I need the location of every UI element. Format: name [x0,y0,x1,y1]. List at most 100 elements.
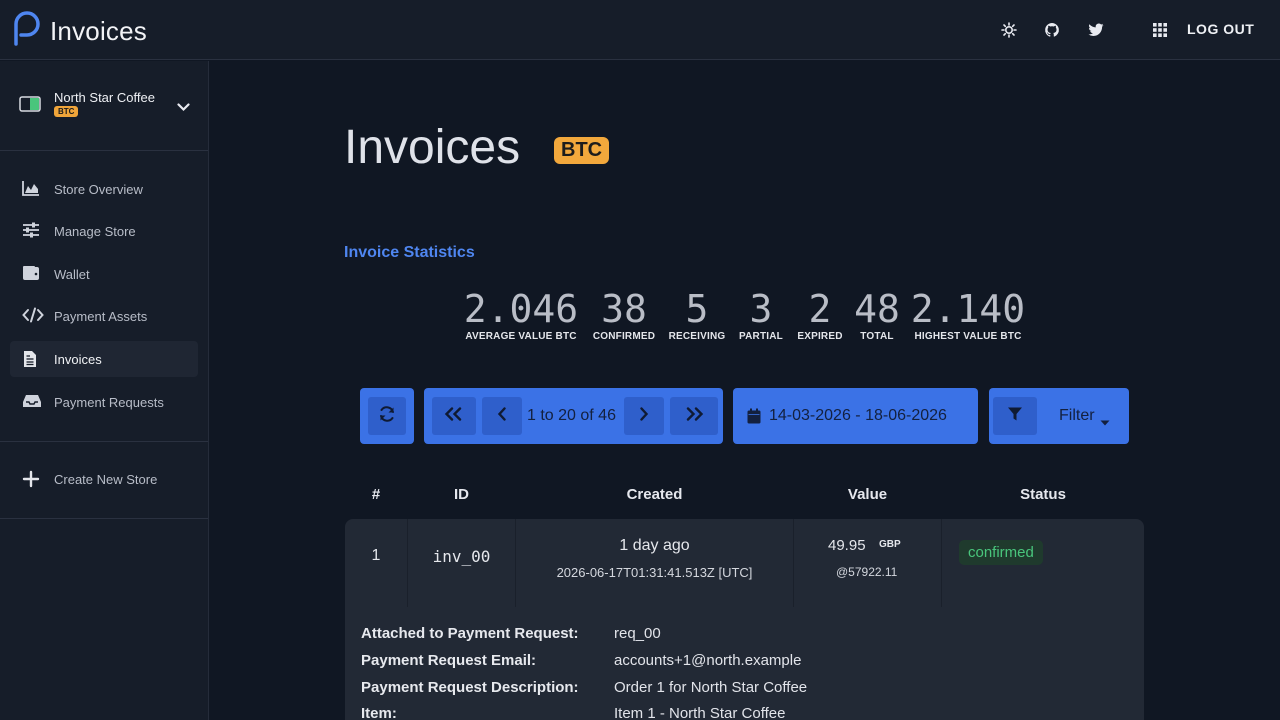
chevron-down-icon [177,99,190,117]
detail-value: Item 1 - North Star Coffee [614,705,786,720]
chart-area-icon [22,180,42,198]
row-number: 1 [371,547,381,564]
payment-request-link[interactable]: req_00 [614,625,661,642]
filter-group: Filter [989,388,1129,444]
chevron-left-icon [497,406,507,426]
next-page-button[interactable] [624,397,664,435]
table-row[interactable]: 1 inv_00 1 day ago 2026-06-17T01:31:41.5… [345,519,1144,720]
store-currency-badge: BTC [54,106,79,117]
github-icon[interactable] [1042,20,1062,40]
refresh-icon [378,405,396,428]
detail-value: accounts+1@north.example [614,652,802,669]
filter-button[interactable] [993,397,1037,435]
wallet-icon [22,265,42,283]
double-chevron-left-icon [444,406,464,426]
exchange-rate: @57922.11 [836,565,898,579]
double-chevron-right-icon [684,406,704,426]
sidebar-item-payment-requests[interactable]: Payment Requests [10,384,198,420]
sidebar-item-wallet[interactable]: Wallet [10,256,198,292]
stat-receiving: 5 RECEIVING [664,288,730,342]
stat-value: 38 [601,287,647,331]
sidebar-item-label: Payment Requests [54,395,164,410]
stat-label: PARTIAL [739,331,783,342]
inbox-icon [22,393,42,411]
column-header-number[interactable]: # [345,486,407,503]
column-header-id[interactable]: ID [408,486,515,503]
stat-highest-value: 2.140 HIGHEST VALUE BTC [906,288,1030,342]
detail-key: Payment Request Description: [361,679,579,696]
pagination-group: 1 to 20 of 46 [424,388,723,444]
plus-icon [22,470,42,488]
first-page-button[interactable] [432,397,476,435]
status-badge: confirmed [959,540,1043,565]
filter-dropdown[interactable]: Filter [1059,407,1095,425]
stat-value: 48 [854,287,900,331]
twitter-icon[interactable] [1086,20,1106,40]
created-relative: 1 day ago [619,537,690,554]
store-selector[interactable]: North Star Coffee BTC [0,61,208,151]
apps-grid-icon[interactable] [1150,20,1170,40]
stat-label: HIGHEST VALUE BTC [914,331,1022,342]
cell-divider [515,519,516,607]
date-range-text: 14-03-2026 - 18-06-2026 [769,407,947,424]
logout-button[interactable]: LOG OUT [1187,21,1254,37]
date-range-picker[interactable]: 14-03-2026 - 18-06-2026 [733,388,978,444]
created-timestamp: 2026-06-17T01:31:41.513Z [UTC] [556,565,753,580]
app-title: Invoices [50,16,147,46]
sidebar-item-label: Create New Store [54,472,158,487]
theme-toggle-icon[interactable] [999,20,1019,40]
funnel-icon [1007,406,1023,427]
stat-label: AVERAGE VALUE BTC [465,331,577,342]
stat-partial: 3 PARTIAL [734,288,788,342]
invoice-icon [22,350,42,368]
sidebar-divider [0,518,208,519]
stat-value: 3 [749,287,773,331]
sidebar-item-invoices[interactable]: Invoices [10,341,198,377]
calendar-icon [747,408,761,429]
stat-value: 2 [808,287,832,331]
column-header-created[interactable]: Created [516,486,793,503]
page-title: Invoices [344,121,521,174]
pagination-text: 1 to 20 of 46 [527,407,616,424]
stat-label: CONFIRMED [592,331,656,342]
refresh-button[interactable] [368,397,406,435]
sidebar-item-label: Wallet [54,267,90,282]
sidebar-item-manage-store[interactable]: Manage Store [10,213,198,249]
sidebar: North Star Coffee BTC Store Overview Man… [0,61,209,720]
invoice-currency: GBP [879,539,901,550]
detail-key: Payment Request Email: [361,652,537,669]
stat-average-value: 2.046 AVERAGE VALUE BTC [462,288,580,342]
stat-expired: 2 EXPIRED [792,288,848,342]
invoice-value: 49.95 [828,537,866,554]
stat-value: 5 [685,287,709,331]
stat-label: TOTAL [860,331,894,342]
store-name: North Star Coffee [54,90,155,105]
brand[interactable]: Invoices [10,10,147,53]
stat-value: 2.046 [463,287,579,331]
last-page-button[interactable] [670,397,718,435]
sidebar-item-label: Payment Assets [54,309,148,324]
cell-divider [793,519,794,607]
create-new-store-button[interactable]: Create New Store [10,461,198,497]
detail-value: Order 1 for North Star Coffee [614,679,808,696]
prev-page-button[interactable] [482,397,522,435]
sidebar-item-label: Manage Store [54,224,136,239]
sidebar-item-store-overview[interactable]: Store Overview [10,171,198,207]
invoice-id[interactable]: inv_00 [408,547,515,566]
column-header-status[interactable]: Status [942,486,1144,503]
stat-confirmed: 38 CONFIRMED [588,288,660,342]
stats-heading: Invoice Statistics [344,244,475,261]
detail-key: Attached to Payment Request: [361,625,579,642]
caret-down-icon [1100,413,1110,431]
cell-divider [941,519,942,607]
logo-icon [10,10,42,53]
column-header-value[interactable]: Value [794,486,941,503]
refresh-group [360,388,414,444]
currency-badge: BTC [554,137,610,164]
chevron-right-icon [639,406,649,426]
sidebar-item-label: Store Overview [54,182,143,197]
sidebar-item-payment-assets[interactable]: Payment Assets [10,298,198,334]
code-icon [22,307,44,325]
stat-total: 48 TOTAL [852,288,902,342]
top-bar: Invoices LOG OUT [0,0,1280,60]
